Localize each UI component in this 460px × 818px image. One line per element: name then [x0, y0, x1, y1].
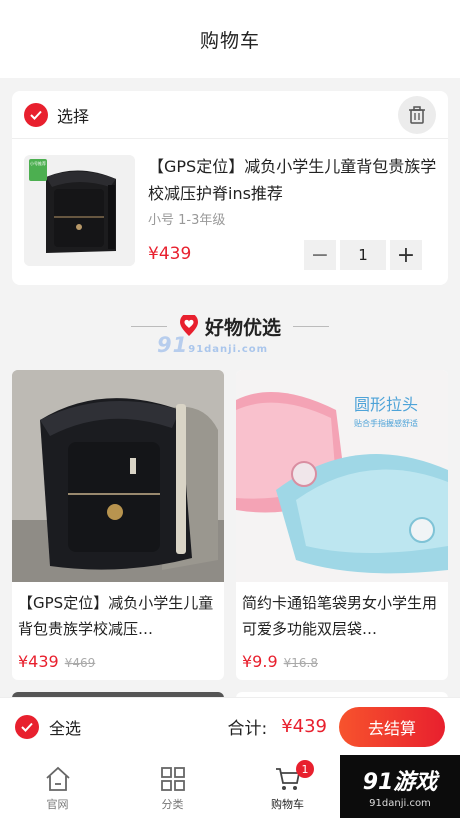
tab-label: 购物车 [271, 798, 304, 811]
product-price: ¥9.9 [242, 652, 278, 671]
tab-category[interactable]: 分类 [115, 755, 230, 818]
grid-icon [160, 767, 185, 791]
check-icon [30, 110, 42, 120]
divider [130, 325, 167, 327]
page-title: 购物车 [199, 29, 260, 52]
product-name: 【GPS定位】减负小学生儿童背包贵族学校减压… [18, 594, 214, 638]
select-checkbox[interactable] [24, 102, 48, 127]
backpack-photo [12, 370, 224, 582]
cart-item-price: ¥439 [148, 244, 192, 264]
cart-card: 选择 小号推荐 【GPS定位】减负小学生儿童背包贵族学校减压护脊ins推荐 小号… [12, 91, 448, 285]
pencil-case-photo: 圆形拉头 贴合手指握感舒适 [236, 370, 448, 582]
watermark-brand: 91游戏 [362, 770, 438, 795]
trash-icon [409, 105, 425, 124]
product-card[interactable]: 圆形拉头 贴合手指握感舒适 简约卡通铅笔袋男女小学生用可爱多功能双层袋… ¥9.… [236, 370, 448, 680]
decrease-button[interactable]: − [304, 240, 336, 270]
product-old-price: ¥469 [64, 656, 96, 670]
checkout-button[interactable]: 去结算 [339, 706, 445, 747]
thumb-tag: 小号推荐 [29, 159, 47, 181]
cart-item-spec[interactable]: 小号 1-3年级 [148, 209, 225, 228]
watermark-domain: 91danji.com [369, 798, 431, 809]
total-amount: ¥439 [281, 716, 327, 737]
cart-badge: 1 [296, 760, 314, 778]
checkout-bar: 全选 合计: ¥439 去结算 [0, 697, 460, 755]
divider [293, 325, 329, 327]
app-header: 购物车 [0, 0, 460, 78]
total-label: 合计: [227, 719, 268, 739]
check-icon [21, 722, 33, 732]
product-old-price: ¥16.8 [283, 656, 318, 670]
image-subheadline: 贴合手指握感舒适 [354, 418, 418, 428]
cart-item-thumbnail[interactable]: 小号推荐 [24, 155, 135, 266]
cart-item-title[interactable]: 【GPS定位】减负小学生儿童背包贵族学校减压护脊ins推荐 [148, 153, 438, 207]
watermark-mid-text: 91 [157, 333, 189, 357]
cart-item: 小号推荐 【GPS定位】减负小学生儿童背包贵族学校减压护脊ins推荐 小号 1-… [12, 139, 448, 285]
home-icon [45, 766, 70, 791]
product-price: ¥439 [18, 652, 59, 671]
select-label: 选择 [57, 106, 90, 126]
tab-label: 分类 [161, 798, 184, 811]
quantity-stepper: − 1 + [304, 240, 422, 270]
increase-button[interactable]: + [390, 240, 422, 270]
select-all-checkbox[interactable] [15, 714, 39, 739]
tab-label: 官网 [46, 798, 69, 811]
delete-button[interactable] [398, 95, 436, 134]
cart-card-header: 选择 [12, 91, 448, 139]
tab-cart[interactable]: 1 购物车 [230, 755, 345, 818]
product-image [12, 370, 224, 582]
product-image: 圆形拉头 贴合手指握感舒适 [236, 370, 448, 582]
select-all-label: 全选 [49, 718, 82, 738]
watermark-logo: 91游戏 91danji.com [340, 755, 460, 818]
watermark: 9191danji.com [157, 333, 268, 357]
product-card[interactable]: 【GPS定位】减负小学生儿童背包贵族学校减压… ¥439 ¥469 [12, 370, 224, 680]
quantity-input[interactable]: 1 [340, 240, 386, 270]
watermark-mid-domain: 91danji.com [188, 344, 269, 355]
tab-home[interactable]: 官网 [0, 755, 115, 818]
product-name: 简约卡通铅笔袋男女小学生用可爱多功能双层袋… [242, 594, 438, 638]
image-headline: 圆形拉头 [354, 395, 418, 414]
